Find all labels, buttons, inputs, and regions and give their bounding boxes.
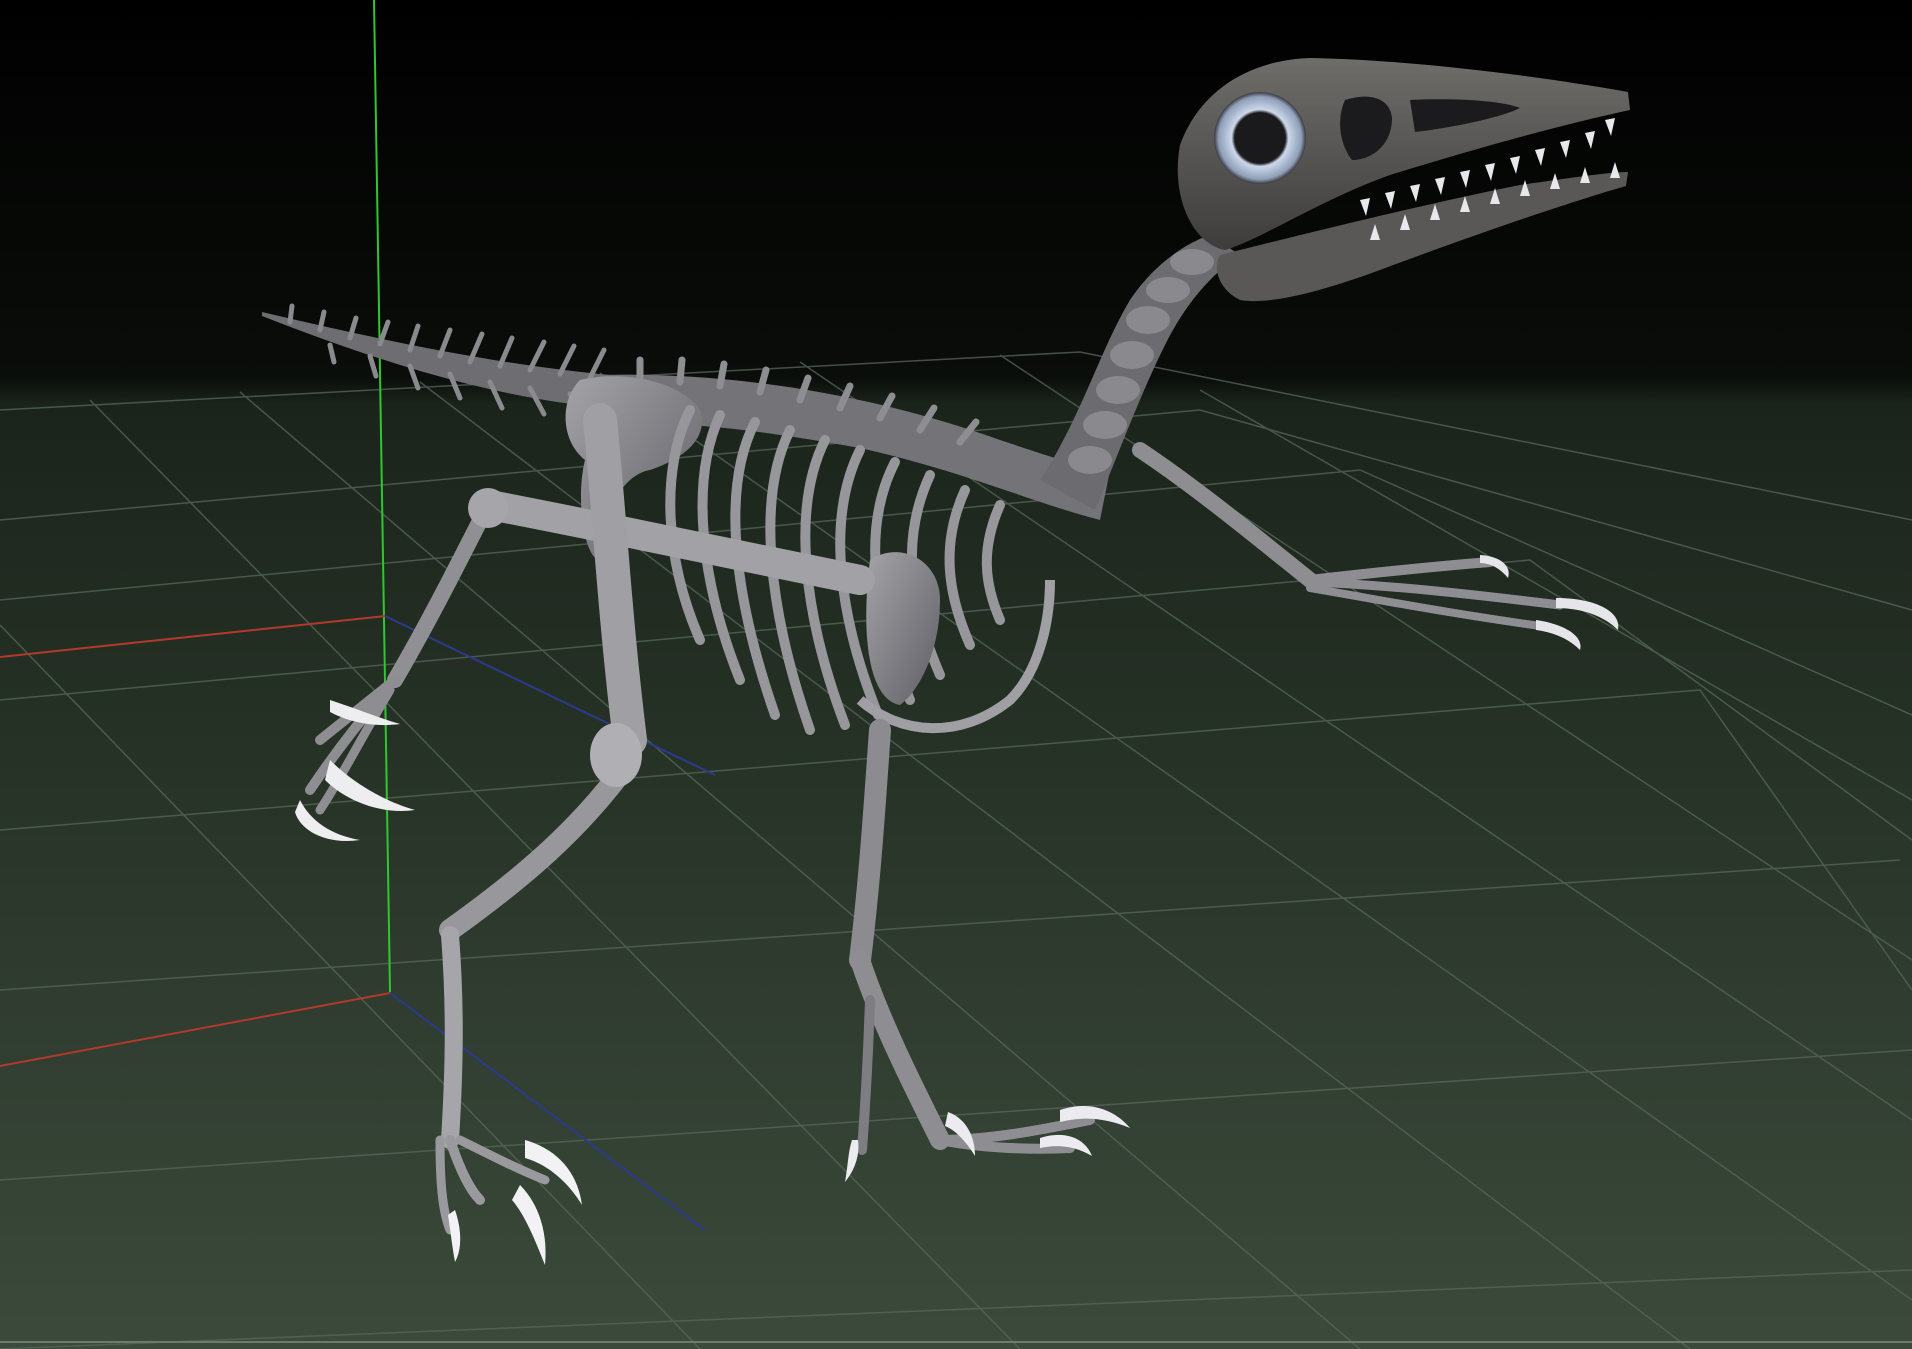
viewport-canvas[interactable] xyxy=(0,0,1912,1349)
left-elbow-joint xyxy=(468,488,508,528)
sclerotic-ring xyxy=(1214,92,1306,184)
left-knee-joint xyxy=(590,723,642,787)
3d-viewport[interactable] xyxy=(0,0,1912,1349)
